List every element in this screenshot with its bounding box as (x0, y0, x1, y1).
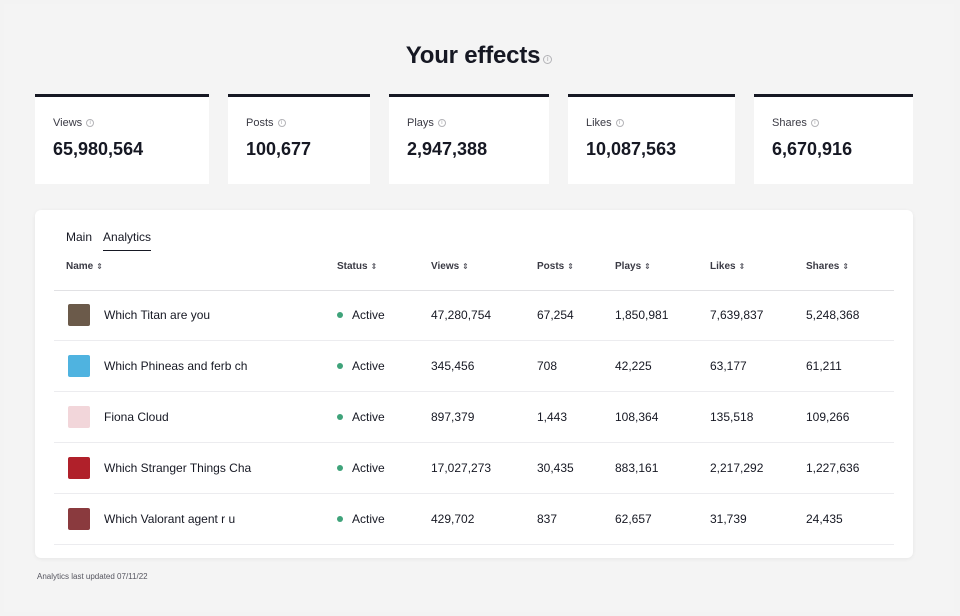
column-header-posts[interactable]: Posts ⇕ (537, 261, 574, 272)
posts-cell: 1,443 (537, 410, 568, 424)
column-header-name[interactable]: Name ⇕ (66, 261, 103, 272)
status-cell: Active (337, 512, 385, 526)
stat-value: 10,087,563 (586, 139, 677, 159)
views-cell: 17,027,273 (431, 461, 492, 475)
plays-cell: 108,364 (615, 410, 659, 424)
stat-card-plays: Plays i 2,947,388 (389, 94, 549, 184)
table-row[interactable]: Which Valorant agent r u Active 429,702 … (54, 494, 894, 545)
posts-cell: 837 (537, 512, 558, 526)
effect-name: Which Phineas and ferb ch (104, 359, 248, 373)
column-header-plays[interactable]: Plays ⇕ (615, 261, 651, 272)
stat-value: 6,670,916 (772, 139, 853, 159)
plays-cell: 62,657 (615, 512, 652, 526)
info-icon[interactable]: i (543, 54, 553, 64)
posts-cell: 708 (537, 359, 558, 373)
views-cell: 345,456 (431, 359, 475, 373)
table-row[interactable]: Which Stranger Things Cha Active 17,027,… (54, 443, 894, 494)
shares-cell: 61,211 (806, 359, 842, 373)
likes-cell: 63,177 (710, 359, 747, 373)
sort-icon: ⇕ (842, 262, 850, 271)
effect-thumbnail (68, 355, 90, 377)
effect-thumbnail (68, 457, 90, 479)
stat-card-shares: Shares i 6,670,916 (754, 94, 913, 184)
views-cell: 897,379 (431, 410, 475, 424)
stat-card-likes: Likes i 10,087,563 (568, 94, 735, 184)
sort-icon: ⇕ (567, 262, 574, 271)
posts-cell: 30,435 (537, 461, 574, 475)
stat-label: Shares (772, 117, 807, 129)
shares-cell: 109,266 (806, 410, 850, 424)
info-icon[interactable]: i (810, 119, 819, 127)
stat-card-views: Views i 65,980,564 (35, 94, 209, 184)
shares-cell: 1,227,636 (806, 461, 860, 475)
status-cell: Active (337, 308, 385, 322)
column-header-likes[interactable]: Likes ⇕ (710, 261, 745, 272)
sort-icon: ⇕ (738, 262, 746, 271)
stat-label: Views (53, 117, 83, 129)
tab-analytics[interactable]: Analytics (103, 230, 152, 251)
effect-name: Fiona Cloud (104, 410, 169, 424)
info-icon[interactable]: i (615, 119, 624, 127)
effect-name: Which Stranger Things Cha (104, 461, 252, 475)
status-cell: Active (337, 461, 385, 475)
likes-cell: 7,639,837 (710, 308, 764, 322)
info-icon[interactable]: i (437, 119, 446, 127)
sort-icon: ⇕ (370, 262, 378, 271)
sort-icon: ⇕ (462, 262, 469, 271)
effect-name: Which Titan are you (104, 308, 211, 322)
tab-main[interactable]: Main (66, 230, 92, 251)
page-title: Your effects (405, 42, 541, 69)
info-icon[interactable]: i (277, 119, 286, 127)
status-dot-icon (337, 362, 343, 369)
table-row[interactable]: Which Phineas and ferb ch Active 345,456… (54, 341, 894, 392)
stat-card-posts: Posts i 100,677 (228, 94, 370, 184)
column-header-views[interactable]: Views ⇕ (431, 261, 469, 272)
effect-thumbnail (68, 304, 90, 326)
stat-label: Posts (246, 117, 274, 129)
stat-label: Plays (407, 117, 434, 129)
table-row[interactable]: Which Titan are you Active 47,280,754 67… (54, 290, 894, 341)
plays-cell: 42,225 (615, 359, 652, 373)
stat-value: 65,980,564 (53, 139, 144, 159)
effect-thumbnail (68, 508, 90, 530)
tab-bar: Main Analytics (66, 230, 152, 251)
sort-icon: ⇕ (96, 262, 103, 271)
status-dot-icon (337, 413, 343, 420)
shares-cell: 5,248,368 (806, 308, 860, 322)
views-cell: 429,702 (431, 512, 475, 526)
posts-cell: 67,254 (537, 308, 574, 322)
status-cell: Active (337, 410, 385, 424)
plays-cell: 1,850,981 (615, 308, 669, 322)
status-dot-icon (337, 464, 343, 471)
last-updated-note: Analytics last updated 07/11/22 (37, 572, 148, 581)
stat-value: 2,947,388 (407, 139, 488, 159)
status-cell: Active (337, 359, 385, 373)
stats-row: Views i 65,980,564 Posts i 100,677 Plays i … (35, 94, 913, 184)
status-dot-icon (337, 311, 343, 318)
page: Your effects i Views i 65,980,564 Posts i 1… (4, 4, 954, 612)
views-cell: 47,280,754 (431, 308, 492, 322)
column-header-status[interactable]: Status ⇕ (337, 261, 377, 272)
status-dot-icon (337, 515, 343, 522)
title-area: Your effects i (4, 42, 954, 70)
likes-cell: 135,518 (710, 410, 754, 424)
sort-icon: ⇕ (644, 262, 651, 271)
column-header-shares[interactable]: Shares ⇕ (806, 261, 849, 272)
stat-label: Likes (586, 117, 612, 129)
shares-cell: 24,435 (806, 512, 843, 526)
table-row[interactable]: Fiona Cloud Active 897,379 1,443 108,364… (54, 392, 894, 443)
info-icon[interactable]: i (86, 119, 95, 127)
plays-cell: 883,161 (615, 461, 659, 475)
stat-value: 100,677 (246, 139, 312, 159)
likes-cell: 2,217,292 (710, 461, 764, 475)
effect-thumbnail (68, 406, 90, 428)
effect-name: Which Valorant agent r u (104, 512, 236, 526)
likes-cell: 31,739 (710, 512, 747, 526)
effects-table-panel: Main Analytics Name ⇕ Status ⇕ Views ⇕ Post… (35, 210, 913, 558)
